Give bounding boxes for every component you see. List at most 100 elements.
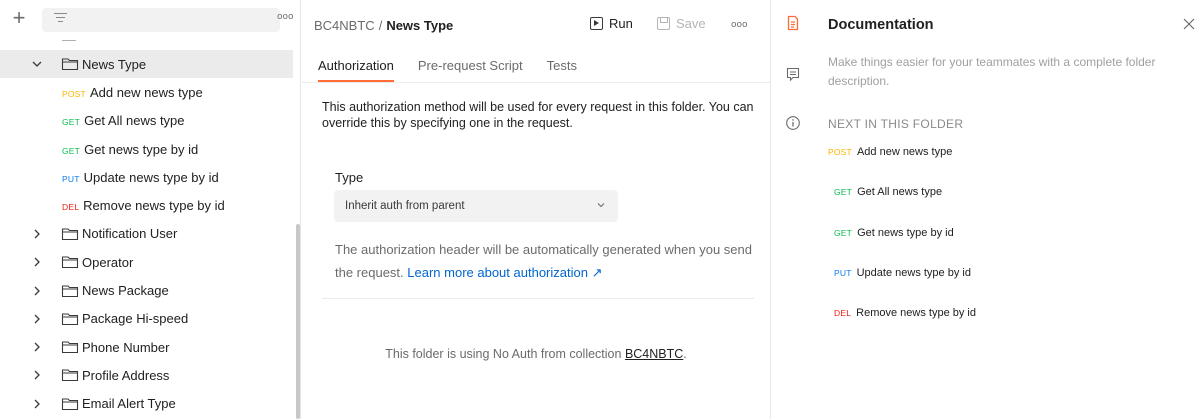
folder-label: News Type	[82, 56, 147, 72]
next-request-item[interactable]: DEL Remove news type by id	[834, 307, 976, 319]
sidebar-folder[interactable]: Profile Address	[0, 361, 293, 389]
folder-label: News Package	[82, 283, 169, 299]
request-item[interactable]: DEL Remove news type by id	[0, 191, 293, 219]
request-item[interactable]: GET Get news type by id	[0, 135, 293, 163]
chevron-right-icon[interactable]	[30, 397, 44, 411]
documentation-panel: Documentation Make things easier for you…	[828, 0, 1201, 419]
breadcrumb: BC4NBTC / News Type	[314, 18, 453, 33]
tab-authorization[interactable]: Authorization	[318, 58, 394, 82]
context-rail	[771, 0, 813, 419]
method-badge: PUT	[62, 173, 80, 184]
auth-description: This authorization method will be used f…	[322, 100, 754, 130]
save-label: Save	[676, 16, 706, 31]
method-badge: PUT	[834, 268, 852, 278]
breadcrumb-collection[interactable]: BC4NBTC	[314, 18, 375, 33]
method-badge: GET	[62, 145, 81, 156]
next-in-folder-heading: NEXT IN THIS FOLDER	[828, 117, 964, 131]
request-label: Add new news type	[89, 84, 203, 100]
method-badge: GET	[62, 117, 81, 128]
method-badge: GET	[834, 228, 853, 238]
save-button[interactable]: Save	[657, 16, 706, 31]
collection-tree: News Type POST Add new news type GET Get A…	[0, 36, 293, 418]
request-label: Get news type by id	[84, 141, 199, 157]
sidebar-scrollbar-thumb[interactable]	[296, 224, 300, 419]
sidebar-folder[interactable]: News Package	[0, 276, 293, 304]
breadcrumb-separator: /	[378, 18, 383, 33]
documentation-icon[interactable]	[785, 15, 801, 31]
folder-icon	[61, 284, 79, 298]
section-divider	[322, 298, 754, 299]
auth-note: The authorization header will be automat…	[335, 238, 755, 284]
request-label: Update news type by id	[83, 169, 219, 185]
folder-label: Notification User	[82, 226, 178, 242]
tab-divider	[302, 82, 770, 83]
run-label: Run	[609, 16, 633, 31]
run-icon	[590, 17, 603, 30]
folder-icon	[61, 227, 79, 241]
chevron-down-icon	[596, 200, 606, 210]
next-request-label: Get news type by id	[857, 227, 954, 239]
sidebar-folder[interactable]: Phone Number	[0, 333, 293, 361]
next-request-item[interactable]: GET Get All news type	[834, 186, 942, 198]
method-badge: POST	[62, 88, 86, 99]
filter-input[interactable]	[42, 8, 280, 32]
more-icon[interactable]: ooo	[277, 12, 294, 24]
auth-type-value: Inherit auth from parent	[345, 200, 465, 212]
next-request-item[interactable]: GET Get news type by id	[834, 227, 954, 239]
next-request-item[interactable]: PUT Update news type by id	[834, 267, 971, 279]
save-icon	[657, 17, 670, 30]
request-label: Remove news type by id	[83, 198, 225, 214]
sidebar-folder-news-type[interactable]: News Type	[0, 50, 293, 79]
auth-type-select[interactable]: Inherit auth from parent	[334, 190, 618, 222]
request-item[interactable]: POST Add new news type	[0, 78, 293, 106]
documentation-description[interactable]: Make things easier for your teammates wi…	[828, 53, 1190, 91]
chevron-right-icon[interactable]	[30, 284, 44, 298]
next-request-label: Add new news type	[856, 146, 953, 158]
noauth-text: This folder is using No Auth from collec…	[385, 347, 622, 361]
sidebar-folder[interactable]: Operator	[0, 248, 293, 276]
folder-icon	[61, 57, 79, 71]
method-badge: DEL	[62, 202, 80, 213]
collection-link[interactable]: BC4NBTC	[625, 347, 683, 361]
chevron-down-icon[interactable]	[30, 57, 44, 71]
next-request-label: Update news type by id	[856, 267, 971, 279]
plus-icon[interactable]: +	[8, 7, 30, 30]
request-item[interactable]: GET Get All news type	[0, 107, 293, 135]
sidebar-folder[interactable]: Package Hi-speed	[0, 305, 293, 333]
folder-label: Operator	[82, 254, 134, 270]
chevron-right-icon[interactable]	[30, 227, 44, 241]
chevron-right-icon[interactable]	[30, 255, 44, 269]
folder-icon	[61, 368, 79, 382]
run-button[interactable]: Run	[590, 16, 633, 31]
next-request-item[interactable]: POST Add new news type	[828, 146, 952, 158]
folder-icon	[61, 312, 79, 326]
next-request-label: Get All news type	[857, 186, 943, 198]
documentation-title: Documentation	[828, 17, 934, 33]
folder-icon	[61, 397, 79, 411]
tab-tests[interactable]: Tests	[547, 58, 577, 82]
method-badge: POST	[828, 147, 852, 157]
folder-label: Profile Address	[82, 367, 170, 383]
chevron-right-icon[interactable]	[30, 312, 44, 326]
folder-label: Phone Number	[82, 339, 170, 355]
more-icon[interactable]: ooo	[731, 20, 748, 30]
chevron-right-icon[interactable]	[30, 340, 44, 354]
request-item[interactable]: PUT Update news type by id	[0, 163, 293, 191]
close-icon[interactable]	[1182, 17, 1196, 31]
next-request-label: Remove news type by id	[856, 307, 976, 319]
sidebar-folder[interactable]: Email Alert Type	[0, 390, 293, 418]
tab-pre-request-script[interactable]: Pre-request Script	[418, 58, 523, 82]
chevron-right-icon[interactable]	[30, 368, 44, 382]
folder-icon	[61, 340, 79, 354]
tab-bar: Authorization Pre-request Script Tests	[318, 58, 601, 82]
noauth-message: This folder is using No Auth from collec…	[302, 347, 770, 361]
comments-icon[interactable]	[785, 66, 801, 82]
learn-more-link[interactable]: Learn more about authorization ↗	[407, 265, 602, 280]
noauth-suffix: .	[683, 347, 687, 361]
info-icon[interactable]	[785, 115, 801, 131]
sidebar-folder[interactable]: Notification User	[0, 220, 293, 248]
collapsed-divider	[0, 36, 293, 50]
auth-type-label: Type	[335, 170, 364, 185]
breadcrumb-current[interactable]: News Type	[386, 18, 453, 33]
sidebar: + ooo News Type POST Add new news type GE…	[0, 0, 301, 419]
